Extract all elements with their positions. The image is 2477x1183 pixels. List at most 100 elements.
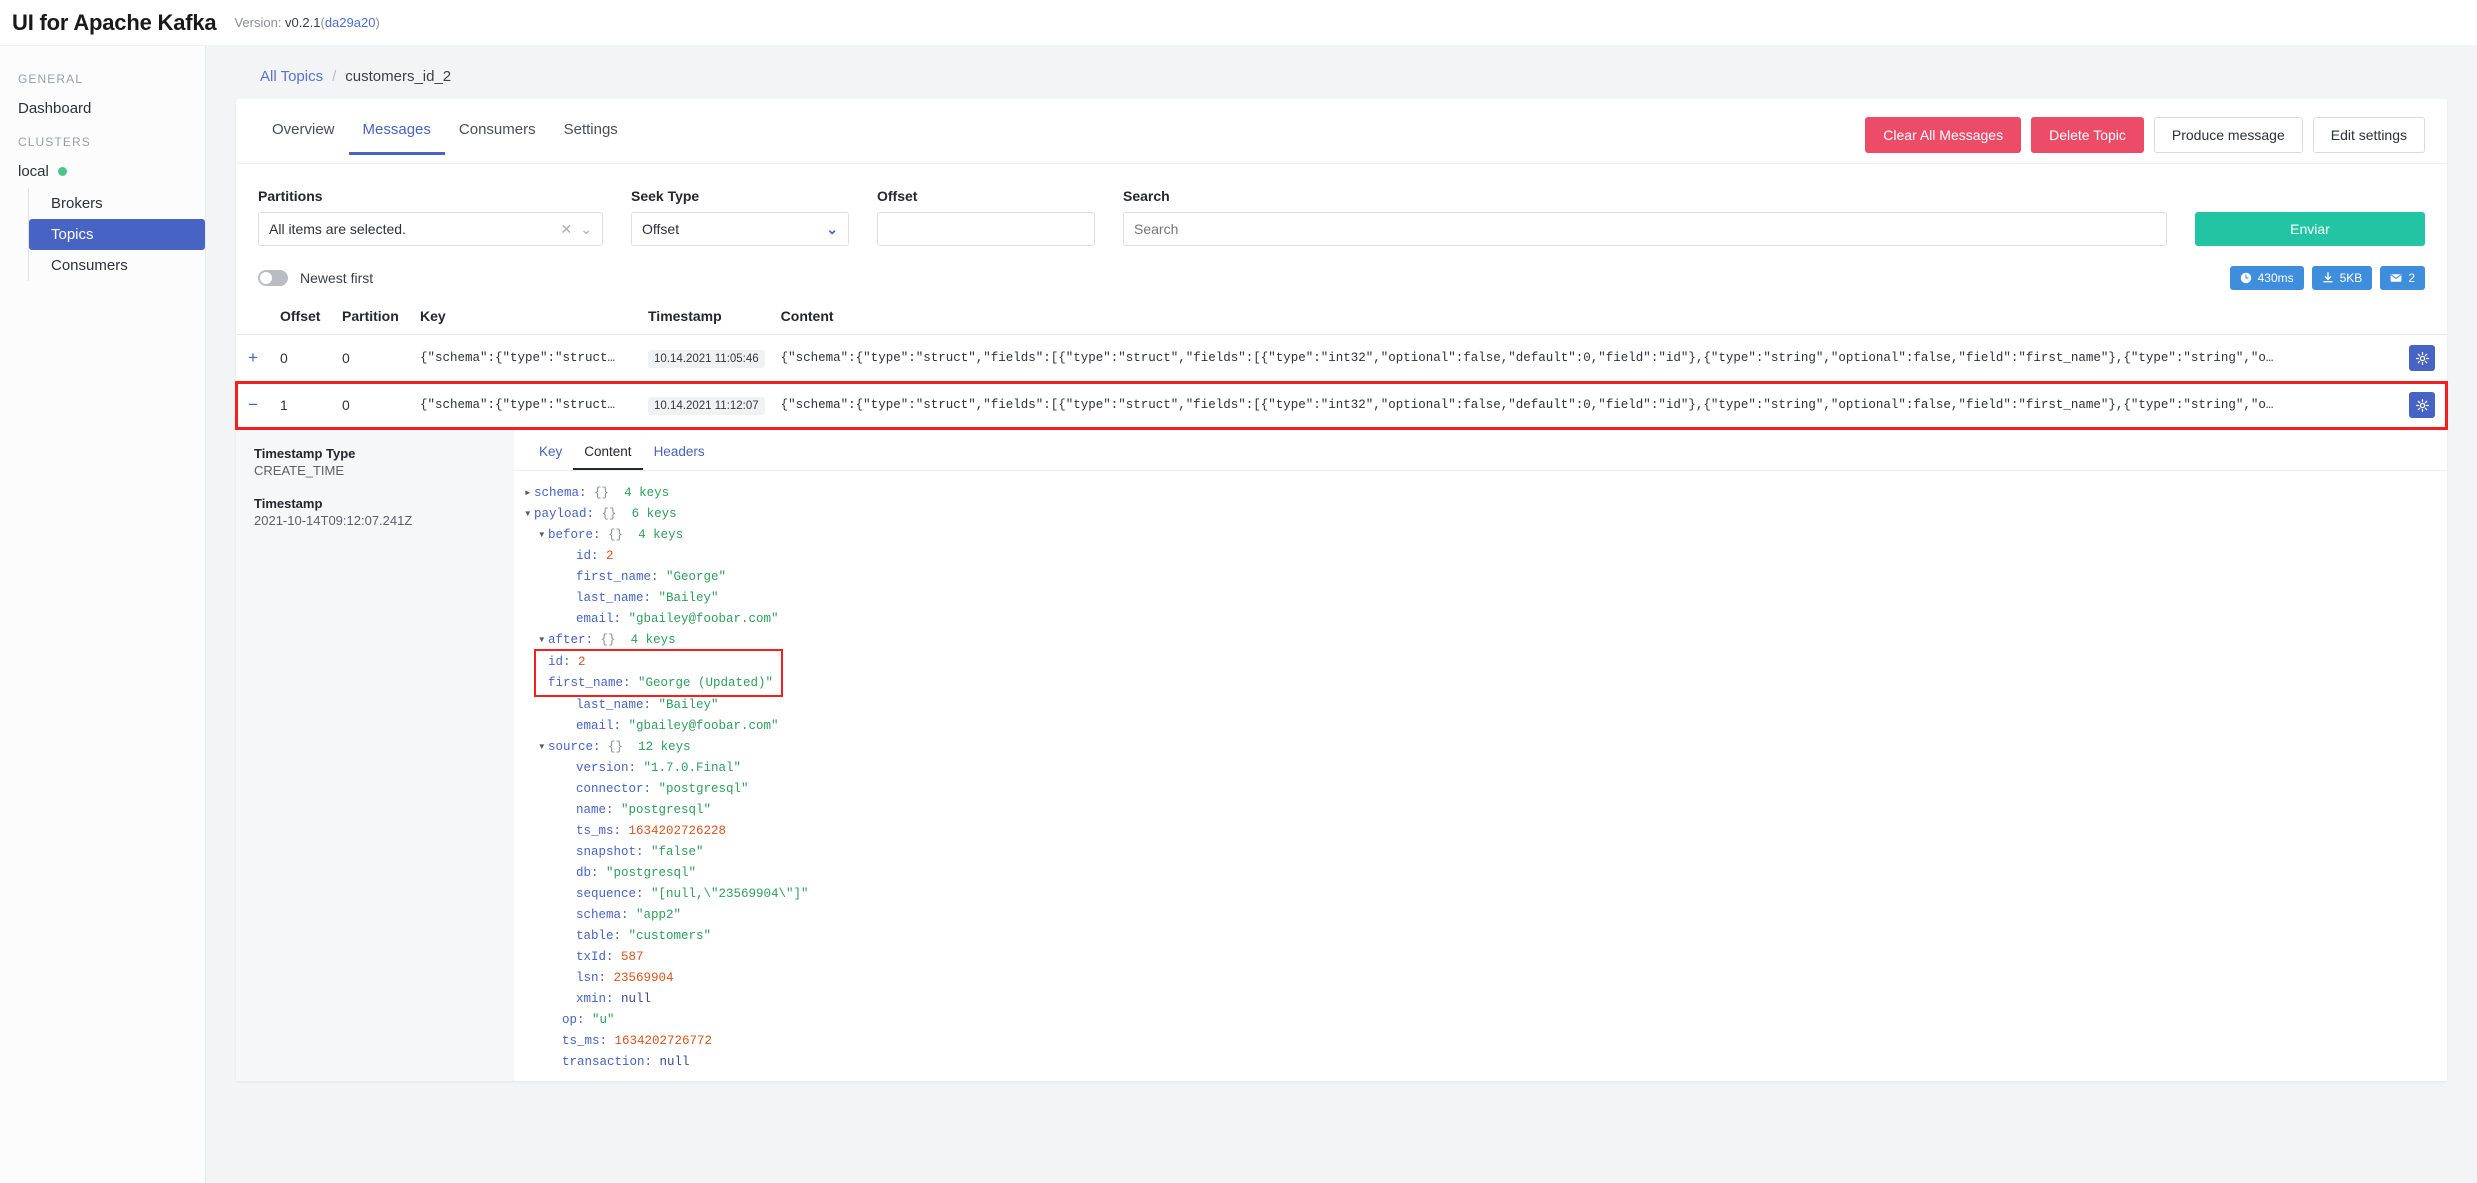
- json-key: before:: [548, 528, 601, 542]
- json-row[interactable]: ▾source: {} 12 keys: [522, 737, 2447, 758]
- sidebar-item-dashboard[interactable]: Dashboard: [0, 92, 205, 125]
- badge-payload-size-text: 5KB: [2340, 271, 2363, 285]
- json-viewer: ▸schema: {} 4 keys▾payload: {} 6 keys▾be…: [514, 471, 2447, 1081]
- json-key: connector:: [576, 782, 651, 796]
- json-row: id: 2: [522, 546, 2447, 567]
- json-row[interactable]: ▾payload: {} 6 keys: [522, 504, 2447, 525]
- newest-first-toggle[interactable]: [258, 270, 288, 286]
- gear-icon[interactable]: [2409, 392, 2435, 418]
- json-value: null: [621, 992, 651, 1006]
- badge-message-count-text: 2: [2408, 271, 2415, 285]
- message-detail-panel: Timestamp Type CREATE_TIME Timestamp 202…: [236, 429, 2447, 1081]
- table-row[interactable]: + 0 0 {"schema":{"type":"struct… 10.14.2…: [236, 335, 2447, 382]
- caret-down-icon[interactable]: ▾: [538, 630, 548, 651]
- caret-down-icon[interactable]: ▾: [538, 525, 548, 546]
- json-value: 587: [621, 950, 644, 964]
- caret-spacer-icon: [566, 863, 576, 884]
- tab-messages[interactable]: Messages: [349, 117, 445, 155]
- offset-field-group: Offset: [877, 188, 1095, 246]
- cluster-online-status-icon: [58, 167, 67, 176]
- json-key: ts_ms:: [562, 1034, 607, 1048]
- row-timestamp: 10.14.2021 11:05:46: [648, 350, 765, 368]
- sidebar-item-consumers[interactable]: Consumers: [29, 250, 205, 281]
- caret-spacer-icon: [566, 926, 576, 947]
- tab-settings[interactable]: Settings: [550, 117, 632, 155]
- json-row: last_name: "Bailey": [522, 695, 2447, 716]
- delete-topic-button[interactable]: Delete Topic: [2031, 117, 2144, 153]
- json-row: version: "1.7.0.Final": [522, 758, 2447, 779]
- caret-right-icon[interactable]: ▸: [524, 483, 534, 504]
- json-row: lsn: 23569904: [522, 968, 2447, 989]
- row-offset: 0: [272, 335, 334, 382]
- sidebar: GENERAL Dashboard CLUSTERS local Brokers…: [0, 46, 206, 1183]
- tab-overview[interactable]: Overview: [258, 117, 349, 155]
- json-key: ts_ms:: [576, 824, 621, 838]
- download-icon: [2322, 272, 2334, 284]
- table-row[interactable]: − 1 0 {"schema":{"type":"struct… 10.14.2…: [236, 382, 2447, 429]
- json-value: "app2": [636, 908, 681, 922]
- clear-icon[interactable]: ✕: [561, 221, 573, 238]
- caret-spacer-icon: [566, 968, 576, 989]
- caret-spacer-icon: [566, 695, 576, 716]
- badge-elapsed-time: 430ms: [2230, 266, 2304, 290]
- caret-spacer-icon: [566, 758, 576, 779]
- clear-all-messages-button[interactable]: Clear All Messages: [1865, 117, 2021, 153]
- row-key: {"schema":{"type":"struct…: [412, 382, 640, 429]
- sidebar-item-cluster-local[interactable]: local: [0, 155, 205, 188]
- caret-down-icon[interactable]: ▾: [524, 504, 534, 525]
- json-key: source:: [548, 740, 601, 754]
- json-row[interactable]: ▸schema: {} 4 keys: [522, 483, 2447, 504]
- json-value: 1634202726228: [629, 824, 727, 838]
- subtab-content[interactable]: Content: [573, 442, 642, 470]
- seek-type-select[interactable]: Offset ⌄: [631, 212, 849, 246]
- search-label: Search: [1123, 188, 2167, 204]
- gear-icon[interactable]: [2409, 345, 2435, 371]
- edit-settings-button[interactable]: Edit settings: [2313, 117, 2425, 153]
- row-content: {"schema":{"type":"struct","fields":[{"t…: [773, 382, 2401, 429]
- json-row[interactable]: ▾after: {} 4 keys: [522, 630, 2447, 651]
- sidebar-item-brokers[interactable]: Brokers: [29, 188, 205, 219]
- header-expander: [236, 300, 272, 335]
- produce-message-button[interactable]: Produce message: [2154, 117, 2303, 153]
- caret-down-icon[interactable]: ▾: [538, 737, 548, 758]
- version-number: v0.2.1: [285, 15, 320, 30]
- json-row: first_name: "George (Updated)": [538, 673, 773, 694]
- subtab-headers[interactable]: Headers: [643, 442, 716, 470]
- search-input[interactable]: [1123, 212, 2167, 246]
- json-key: table:: [576, 929, 621, 943]
- chevron-down-icon[interactable]: ⌄: [580, 221, 592, 238]
- json-key: lsn:: [576, 971, 606, 985]
- json-row: email: "gbailey@foobar.com": [522, 609, 2447, 630]
- caret-spacer-icon: [552, 1010, 562, 1031]
- caret-spacer-icon: [566, 842, 576, 863]
- expand-row-icon[interactable]: +: [244, 348, 262, 368]
- json-row: transaction: null: [522, 1052, 2447, 1073]
- breadcrumb-all-topics[interactable]: All Topics: [260, 68, 323, 85]
- tab-consumers[interactable]: Consumers: [445, 117, 550, 155]
- submit-button[interactable]: Enviar: [2195, 212, 2425, 246]
- messages-table: Offset Partition Key Timestamp Content +…: [236, 300, 2447, 429]
- filters-row: Partitions All items are selected. ✕ ⌄ S…: [236, 164, 2447, 252]
- subtab-key[interactable]: Key: [528, 442, 573, 470]
- chevron-down-icon[interactable]: ⌄: [826, 221, 838, 238]
- json-row[interactable]: ▾before: {} 4 keys: [522, 525, 2447, 546]
- json-value: null: [660, 1055, 690, 1069]
- commit-link[interactable]: da29a20: [325, 15, 376, 30]
- collapse-row-icon[interactable]: −: [244, 395, 262, 415]
- partitions-select[interactable]: All items are selected. ✕ ⌄: [258, 212, 603, 246]
- offset-input[interactable]: [877, 212, 1095, 246]
- json-key: payload:: [534, 507, 594, 521]
- row-timestamp-cell: 10.14.2021 11:05:46: [640, 335, 773, 382]
- json-value: 2: [578, 655, 586, 669]
- badge-message-count: 2: [2380, 266, 2425, 290]
- json-value: "George": [666, 570, 726, 584]
- json-row: table: "customers": [522, 926, 2447, 947]
- header-timestamp: Timestamp: [640, 300, 773, 335]
- toggle-knob: [260, 272, 272, 284]
- json-value: "false": [651, 845, 704, 859]
- caret-spacer-icon: [566, 989, 576, 1010]
- caret-spacer-icon: [538, 652, 548, 673]
- sidebar-item-topics[interactable]: Topics: [29, 219, 205, 250]
- json-value: 1634202726772: [615, 1034, 713, 1048]
- json-key: db:: [576, 866, 599, 880]
